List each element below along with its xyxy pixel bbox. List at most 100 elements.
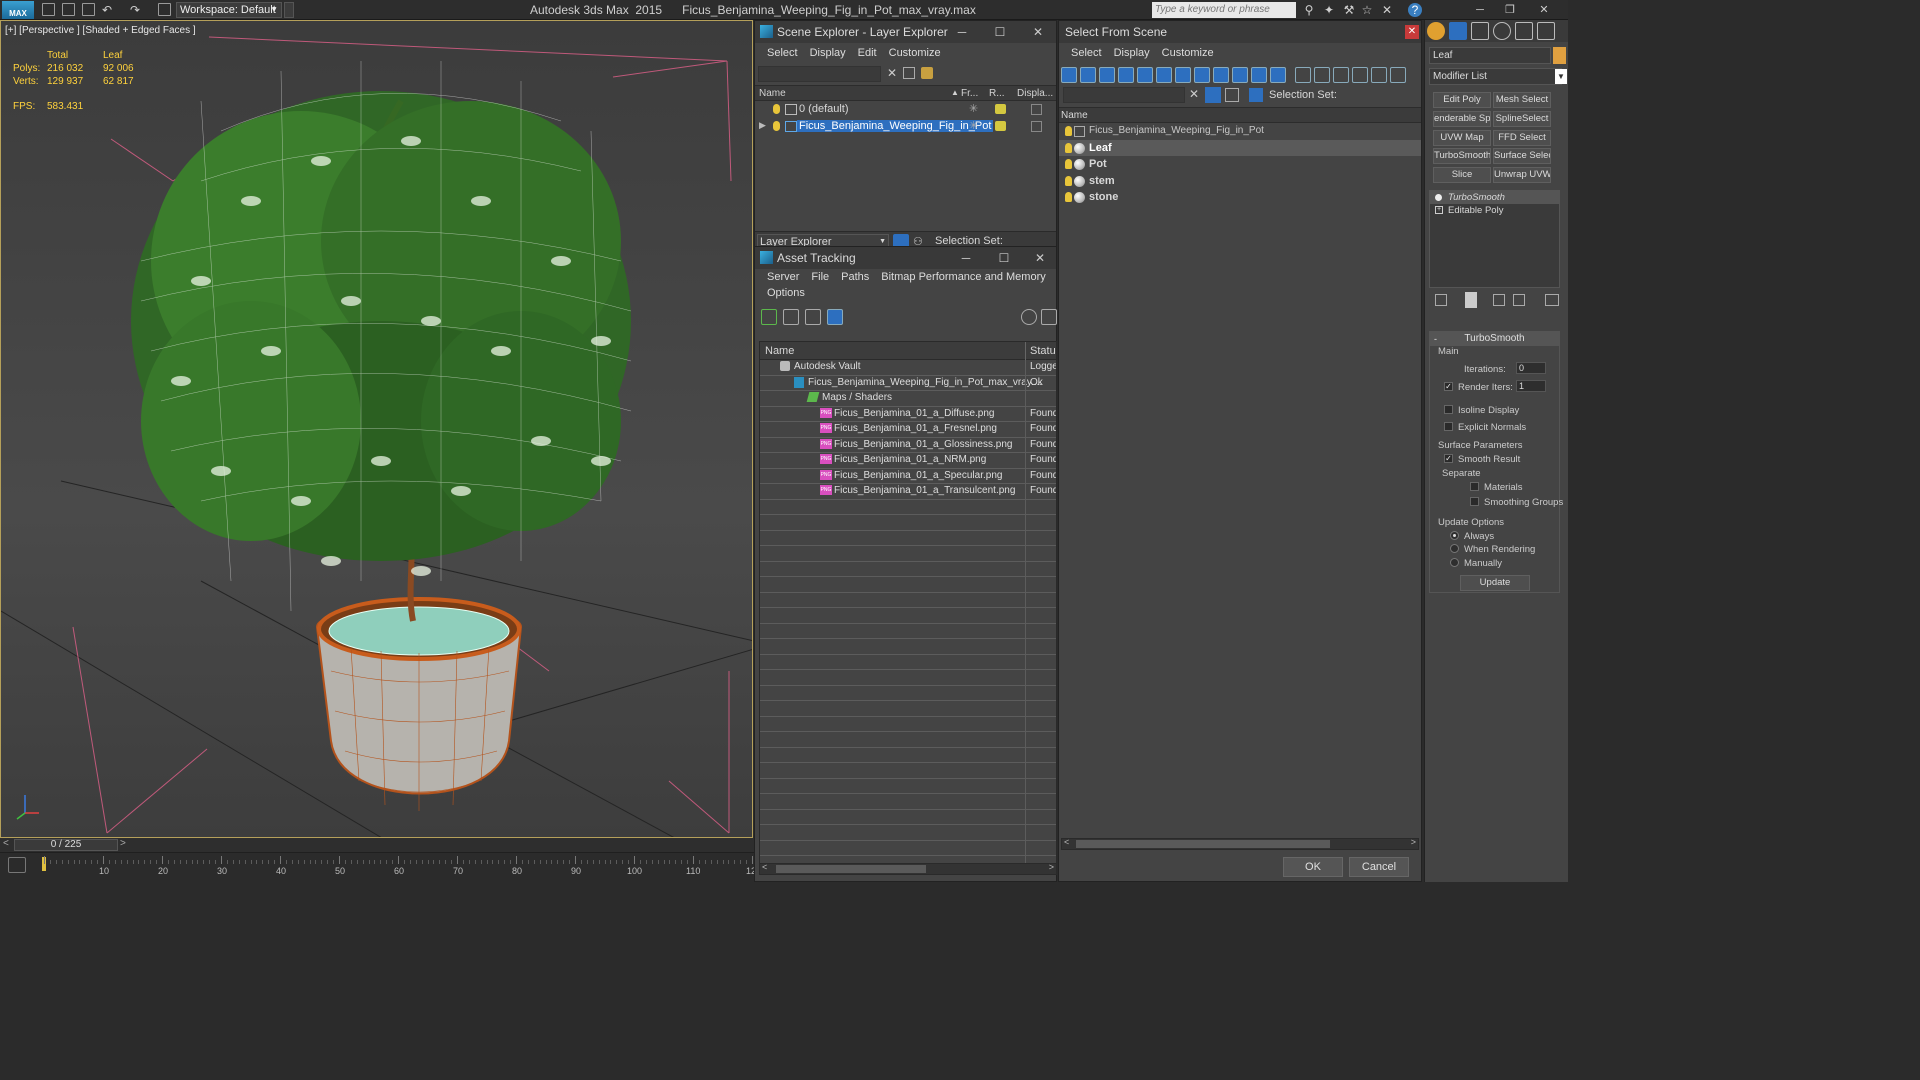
menu-customize[interactable]: Customize <box>1156 43 1220 63</box>
render-iters-spinner[interactable]: 1 <box>1516 380 1546 392</box>
list-view-icon[interactable] <box>783 309 799 325</box>
materials-checkbox[interactable] <box>1470 482 1479 491</box>
filter-hidden-icon[interactable] <box>1270 67 1286 83</box>
filter-geometry-icon[interactable] <box>1061 67 1077 83</box>
sort-arrow-icon[interactable]: ▲ <box>951 88 959 97</box>
frame-counter[interactable]: 0 / 225 <box>14 839 118 851</box>
mesh-select-button[interactable]: Mesh Select <box>1493 92 1551 108</box>
menu-select[interactable]: Select <box>761 43 804 63</box>
remove-modifier-icon[interactable] <box>1513 294 1525 306</box>
new-file-icon[interactable] <box>42 3 55 16</box>
visibility-bulb-icon[interactable] <box>1065 175 1072 186</box>
ok-button[interactable]: OK <box>1283 857 1343 877</box>
pin-stack-icon[interactable] <box>1435 294 1447 306</box>
close-icon[interactable]: ✕ <box>1032 247 1048 269</box>
expand-arrow-icon[interactable]: ▶ <box>759 120 766 131</box>
filter-shapes-icon[interactable] <box>1080 67 1096 83</box>
unwrap-uvw-button[interactable]: Unwrap UVW <box>1493 167 1551 183</box>
scroll-thumb[interactable] <box>776 865 926 873</box>
scene-explorer-titlebar[interactable]: Scene Explorer - Layer Explorer ─ ☐ ✕ <box>755 21 1056 43</box>
menu-bitmap-performance[interactable]: Bitmap Performance and Memory <box>875 269 1051 285</box>
iterations-spinner[interactable]: 0 <box>1516 362 1546 374</box>
object-row[interactable]: stem <box>1059 173 1421 190</box>
ffd-select-button[interactable]: FFD Select <box>1493 130 1551 146</box>
asset-tracking-titlebar[interactable]: Asset Tracking ─ ☐ ✕ <box>755 247 1056 269</box>
filter-containers-icon[interactable] <box>1232 67 1248 83</box>
maximize-icon[interactable]: ☐ <box>992 21 1008 43</box>
maximize-icon[interactable]: ☐ <box>996 247 1012 269</box>
turbosmooth-button[interactable]: TurboSmooth <box>1433 148 1491 164</box>
rollout-header[interactable]: - TurboSmooth <box>1430 332 1559 346</box>
asset-row[interactable]: PNG Ficus_Benjamina_01_a_Fresnel.png Foun… <box>760 422 1056 438</box>
manually-radio[interactable] <box>1450 558 1459 567</box>
project-folder-icon[interactable] <box>158 3 171 16</box>
minimize-icon[interactable]: ─ <box>958 247 974 269</box>
menu-file[interactable]: File <box>805 269 835 285</box>
asset-row[interactable]: PNG Ficus_Benjamina_01_a_NRM.png Found <box>760 453 1056 469</box>
maximize-icon[interactable]: ❐ <box>1502 2 1518 18</box>
app-logo[interactable]: MAX <box>2 1 34 19</box>
redo-icon[interactable]: ↷ <box>128 3 142 17</box>
when-rendering-radio[interactable] <box>1450 544 1459 553</box>
modifier-bulb-icon[interactable] <box>1435 194 1442 201</box>
menu-paths[interactable]: Paths <box>835 269 875 285</box>
scroll-right-icon[interactable]: > <box>1411 837 1416 847</box>
visibility-bulb-icon[interactable] <box>773 121 780 131</box>
render-teapot-icon[interactable] <box>995 121 1006 131</box>
filter-groups-icon[interactable] <box>1175 67 1191 83</box>
filter-display-influences-icon[interactable] <box>1371 67 1387 83</box>
asset-row[interactable]: PNG Ficus_Benjamina_01_a_Transulcent.png … <box>760 484 1056 500</box>
freeze-icon[interactable]: ✳ <box>969 102 978 115</box>
favorites-star-icon[interactable]: ☆ <box>1360 3 1374 17</box>
collapse-minus-icon[interactable]: - <box>1434 332 1437 346</box>
asset-row[interactable]: Ficus_Benjamina_Weeping_Fig_in_Pot_max_v… <box>760 375 1056 391</box>
visibility-bulb-icon[interactable] <box>1065 142 1072 153</box>
menu-display[interactable]: Display <box>1108 43 1156 63</box>
object-name-field[interactable]: Leaf <box>1429 47 1551 64</box>
filter-cameras-icon[interactable] <box>1118 67 1134 83</box>
asset-row[interactable]: PNG Ficus_Benjamina_01_a_Glossiness.png F… <box>760 437 1056 453</box>
menu-display[interactable]: Display <box>804 43 852 63</box>
minimize-icon[interactable]: ─ <box>1472 2 1488 18</box>
filter-space-warps-icon[interactable] <box>1156 67 1172 83</box>
hierarchy-tab-icon[interactable] <box>1471 22 1489 40</box>
filter-none-icon[interactable] <box>1314 67 1330 83</box>
utilities-tab-icon[interactable] <box>1537 22 1555 40</box>
visibility-bulb-icon[interactable] <box>1065 159 1072 169</box>
workspace-dropdown[interactable]: Workspace: Default ▼ <box>176 2 282 18</box>
update-button[interactable]: Update <box>1460 575 1530 591</box>
close-icon[interactable]: ✕ <box>1405 25 1419 39</box>
render-teapot-icon[interactable] <box>995 104 1006 114</box>
grid-view-icon[interactable] <box>827 309 843 325</box>
asset-row[interactable]: Autodesk Vault Logge <box>760 360 1056 376</box>
layer-row[interactable]: ▶ Ficus_Benjamina_Weeping_Fig_in_Pot ✳ <box>755 118 1056 135</box>
configure-modifier-sets-icon[interactable] <box>1545 294 1559 306</box>
help-icon[interactable]: ? <box>1408 3 1422 17</box>
filter-frozen-icon[interactable] <box>1251 67 1267 83</box>
column-status[interactable]: Status <box>1030 345 1056 357</box>
track-bar[interactable]: 10 20 30 40 50 60 70 80 90 100 110 12 <box>0 852 789 882</box>
binoculars-icon[interactable]: ⚲ <box>1302 3 1316 17</box>
modify-tab-icon[interactable] <box>1449 22 1467 40</box>
select-from-scene-titlebar[interactable]: Select From Scene ✕ <box>1059 21 1421 43</box>
column-display[interactable]: Displa... <box>1017 88 1053 99</box>
clear-search-icon[interactable]: ✕ <box>887 66 897 80</box>
refresh-icon[interactable] <box>761 309 777 325</box>
help-icon[interactable] <box>1021 309 1037 325</box>
minimize-icon[interactable]: ─ <box>954 21 970 43</box>
freeze-icon[interactable]: ✳ <box>969 119 978 132</box>
cancel-button[interactable]: Cancel <box>1349 857 1409 877</box>
explicit-normals-checkbox[interactable] <box>1444 422 1453 431</box>
settings-icon[interactable] <box>1041 309 1057 325</box>
object-row-selected[interactable]: Leaf <box>1059 139 1421 156</box>
layer-row[interactable]: 0 (default) ✳ <box>755 101 1056 118</box>
close-icon[interactable]: ✕ <box>1030 21 1046 43</box>
filter-xrefs-icon[interactable] <box>1194 67 1210 83</box>
object-row[interactable]: stone <box>1059 189 1421 206</box>
viewport-label[interactable]: [+] [Perspective ] [Shaded + Edged Faces… <box>5 25 196 36</box>
asset-row[interactable]: PNG Ficus_Benjamina_01_a_Diffuse.png Foun… <box>760 406 1056 422</box>
track-bar-menu-icon[interactable] <box>8 857 26 873</box>
visibility-bulb-icon[interactable] <box>1065 192 1072 202</box>
object-row-group[interactable]: Ficus_Benjamina_Weeping_Fig_in_Pot <box>1059 123 1421 140</box>
stack-item-turbosmooth[interactable]: TurboSmooth <box>1430 191 1559 204</box>
